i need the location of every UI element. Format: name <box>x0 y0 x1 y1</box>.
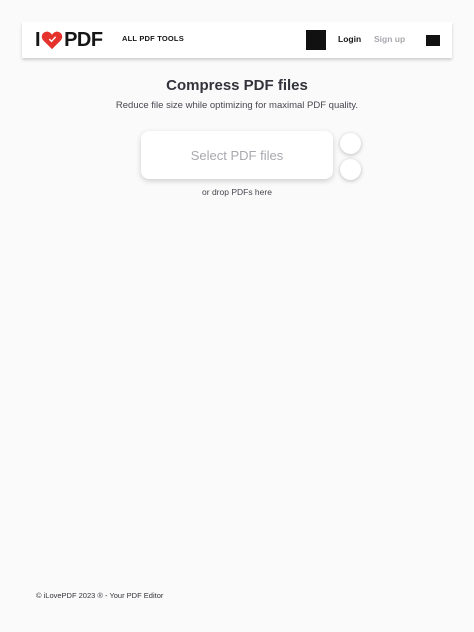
logo-letters-pdf: PDF <box>64 28 103 51</box>
page-title: Compress PDF files <box>166 77 308 94</box>
google-drive-upload-button[interactable] <box>340 133 361 154</box>
page: I PDF ALL PDF TOOLS Login Sign up Compre… <box>0 0 474 632</box>
select-pdf-files-label: Select PDF files <box>190 147 284 163</box>
all-pdf-tools-menu[interactable]: ALL PDF TOOLS <box>122 34 184 43</box>
signup-button[interactable]: Sign up <box>374 34 405 44</box>
ilovepdf-logo[interactable]: I PDF <box>35 28 103 52</box>
footer-copyright: © iLovePDF 2023 ® - Your PDF Editor <box>36 591 164 600</box>
top-navbar: I PDF ALL PDF TOOLS Login Sign up <box>22 22 452 58</box>
drop-hint: or drop PDFs here <box>202 187 272 197</box>
menu-icon[interactable] <box>426 35 440 46</box>
login-link[interactable]: Login <box>338 34 361 44</box>
placeholder-block[interactable] <box>306 30 326 50</box>
heart-icon <box>41 31 63 50</box>
logo-letter-i: I <box>35 28 41 51</box>
select-pdf-files-button[interactable]: Select PDF files <box>141 131 333 179</box>
dropbox-upload-button[interactable] <box>340 159 361 180</box>
page-subtitle: Reduce file size while optimizing for ma… <box>115 100 359 111</box>
